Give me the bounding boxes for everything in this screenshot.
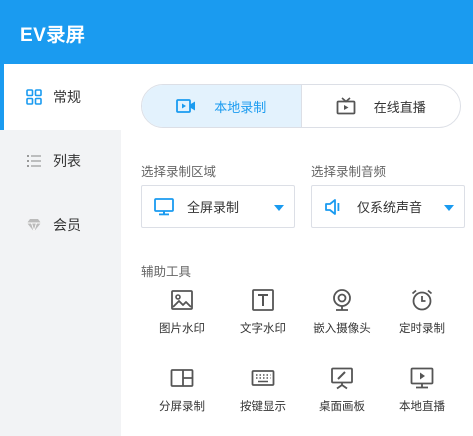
- sidebar: 常规 列表 会员: [0, 64, 121, 436]
- tv-icon: [336, 97, 356, 115]
- tool-label: 分屏录制: [159, 401, 205, 413]
- play-monitor-icon: [410, 367, 434, 389]
- record-audio-select[interactable]: 仅系统声音: [311, 185, 465, 228]
- tool-label: 文字水印: [240, 323, 286, 335]
- tab-label: 在线直播: [373, 99, 426, 115]
- grid-icon: [26, 89, 42, 105]
- app-title: EV录屏: [20, 25, 86, 46]
- tool-split-screen-record[interactable]: 分屏录制: [142, 366, 222, 426]
- sidebar-item-vip[interactable]: 会员: [0, 192, 121, 258]
- record-mode-tabs: 本地录制 在线直播: [141, 84, 461, 128]
- sidebar-item-label: 常规: [53, 89, 81, 105]
- sidebar-item-list[interactable]: 列表: [0, 128, 121, 194]
- webcam-icon: [333, 289, 351, 311]
- chevron-down-icon: [274, 205, 284, 211]
- tool-label: 本地直播: [399, 401, 445, 413]
- tool-embed-webcam[interactable]: 嵌入摄像头: [302, 288, 382, 348]
- tool-label: 桌面画板: [319, 401, 365, 413]
- record-audio-label: 选择录制音频: [311, 165, 387, 179]
- monitor-icon: [154, 197, 174, 215]
- speaker-icon: [325, 198, 340, 215]
- chevron-down-icon: [444, 205, 454, 211]
- tool-key-display[interactable]: 按键显示: [223, 366, 303, 426]
- alarm-clock-icon: [411, 289, 433, 311]
- tab-live-stream[interactable]: 在线直播: [300, 85, 461, 127]
- tool-text-watermark[interactable]: 文字水印: [223, 288, 303, 348]
- sidebar-item-label: 列表: [53, 153, 81, 169]
- title-bar: EV录屏: [0, 0, 473, 64]
- video-camera-icon: [176, 99, 196, 113]
- tool-desktop-drawing-board[interactable]: 桌面画板: [302, 366, 382, 426]
- record-area-select[interactable]: 全屏录制: [141, 185, 295, 228]
- tool-label: 按键显示: [240, 401, 286, 413]
- easel-icon: [331, 367, 353, 390]
- text-icon: [252, 289, 274, 311]
- tool-local-live[interactable]: 本地直播: [382, 366, 462, 426]
- record-area-label: 选择录制区域: [141, 165, 217, 179]
- tab-label: 本地录制: [214, 99, 267, 115]
- main-panel: 本地录制 在线直播 选择录制区域 全屏录制 选择录制音频 仅系统声音 辅助工具: [121, 64, 473, 436]
- list-icon: [27, 155, 41, 167]
- image-icon: [171, 290, 193, 310]
- keyboard-icon: [251, 370, 275, 386]
- record-audio-value: 仅系统声音: [357, 200, 423, 215]
- sidebar-item-general[interactable]: 常规: [0, 64, 121, 130]
- tool-label: 图片水印: [159, 323, 205, 335]
- sidebar-item-label: 会员: [53, 217, 81, 233]
- tools-section-label: 辅助工具: [141, 265, 192, 279]
- tab-local-record[interactable]: 本地录制: [142, 85, 301, 127]
- record-area-value: 全屏录制: [187, 200, 240, 215]
- diamond-icon: [27, 219, 41, 233]
- tool-label: 嵌入摄像头: [313, 323, 371, 335]
- tool-scheduled-record[interactable]: 定时录制: [382, 288, 462, 348]
- split-screen-icon: [170, 369, 194, 387]
- tool-image-watermark[interactable]: 图片水印: [142, 288, 222, 348]
- tool-label: 定时录制: [399, 323, 445, 335]
